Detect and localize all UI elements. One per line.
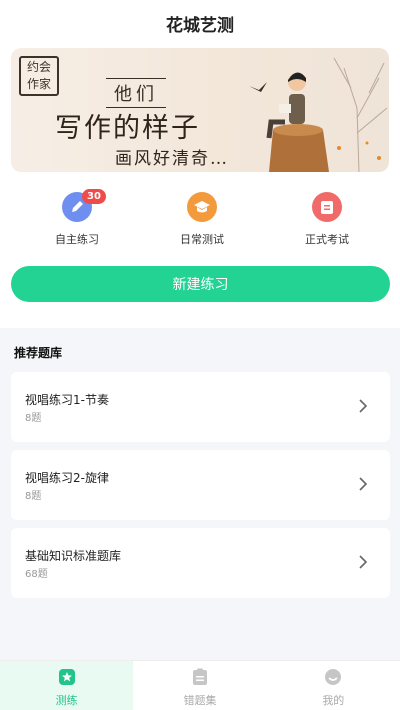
list-item[interactable]: 视唱练习2-旋律 8题 <box>11 450 390 520</box>
quick-action-label: 自主练习 <box>55 233 99 246</box>
tab-label: 测练 <box>55 694 78 707</box>
promo-banner[interactable]: 约会作家 他们 写作的样子 画风好清奇… <box>11 48 389 172</box>
item-count: 68题 <box>25 569 48 580</box>
new-practice-button[interactable]: 新建练习 <box>11 266 390 302</box>
tab-label: 错题集 <box>183 694 217 707</box>
banner-subline: 画风好清奇… <box>115 149 229 169</box>
list-item[interactable]: 视唱练习1-节奏 8题 <box>11 372 390 442</box>
banner-headline: 写作的样子 <box>55 113 200 144</box>
clipboard-icon <box>312 192 342 222</box>
item-title: 视唱练习2-旋律 <box>25 471 109 485</box>
chevron-right-icon <box>359 477 368 491</box>
graduation-cap-icon <box>187 192 217 222</box>
banner-tag: 他们 <box>106 78 166 108</box>
bottom-tab-bar: 测练 错题集 我的 <box>0 660 400 710</box>
chevron-right-icon <box>359 555 368 569</box>
tab-profile[interactable]: 我的 <box>267 661 400 710</box>
quick-action-label: 日常测试 <box>180 233 224 246</box>
section-title: 推荐题库 <box>14 346 63 360</box>
unread-badge: 30 <box>82 189 106 204</box>
banner-stamp: 约会作家 <box>19 56 59 96</box>
notebook-icon <box>191 668 209 686</box>
quick-action-label: 正式考试 <box>305 233 349 246</box>
item-count: 8题 <box>25 491 42 502</box>
tab-mistakes[interactable]: 错题集 <box>133 661 266 710</box>
item-count: 8题 <box>25 413 42 424</box>
tab-label: 我的 <box>322 694 345 707</box>
quick-action-daily-test[interactable]: 日常测试 <box>157 192 247 252</box>
banner-illustration <box>249 57 388 172</box>
quick-action-formal-exam[interactable]: 正式考试 <box>282 192 372 252</box>
tab-practice[interactable]: 测练 <box>0 661 134 710</box>
recommended-section: 推荐题库 视唱练习1-节奏 8题 视唱练习2-旋律 8题 基础知识标准题库 68… <box>0 328 400 660</box>
item-title: 视唱练习1-节奏 <box>25 393 109 407</box>
star-icon <box>58 668 76 686</box>
quick-actions: 30 自主练习 日常测试 正式考试 <box>0 189 400 252</box>
list-item[interactable]: 基础知识标准题库 68题 <box>11 528 390 598</box>
app-header: 花城艺测 <box>0 0 400 46</box>
page-title: 花城艺测 <box>166 15 234 36</box>
quick-action-self-practice[interactable]: 30 自主练习 <box>32 189 122 252</box>
profile-icon <box>324 668 342 686</box>
chevron-right-icon <box>359 399 368 413</box>
item-title: 基础知识标准题库 <box>25 549 122 563</box>
